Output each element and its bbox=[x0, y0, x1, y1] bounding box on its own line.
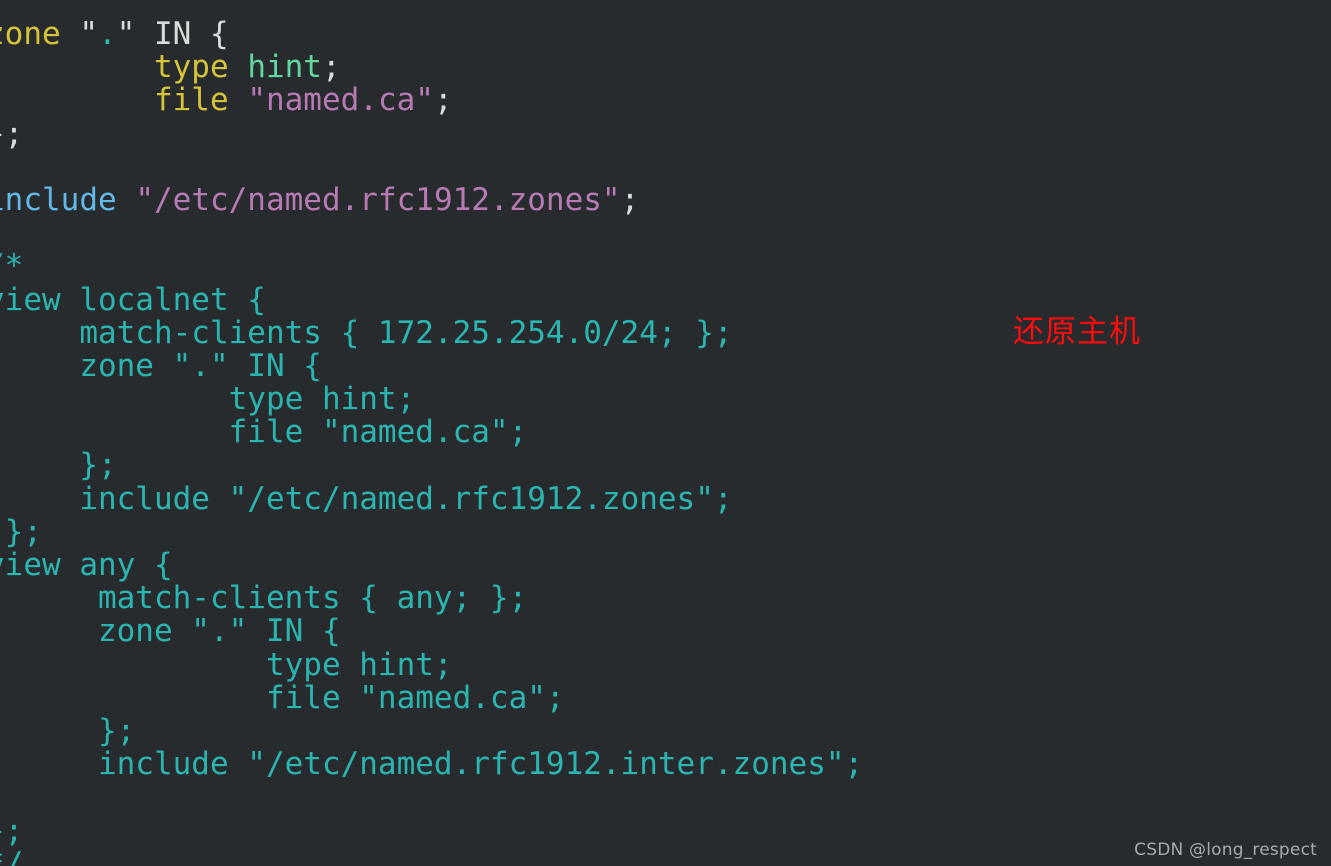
code-line[interactable]: zone "." IN { bbox=[0, 349, 1331, 383]
code-line[interactable]: file "named.ca"; bbox=[0, 84, 1331, 117]
code-line[interactable]: }; bbox=[0, 814, 1331, 848]
code-line[interactable]: }; bbox=[0, 515, 1331, 549]
screenshot-root: zone "." IN { type hint; file "named.ca"… bbox=[0, 0, 1331, 866]
code-line[interactable]: view any { bbox=[0, 548, 1331, 582]
code-line[interactable]: include "/etc/named.rfc1912.zones"; bbox=[0, 482, 1331, 516]
code-line[interactable]: match-clients { any; }; bbox=[0, 582, 1331, 615]
code-line[interactable]: */ bbox=[0, 847, 1331, 866]
code-line[interactable]: }; bbox=[0, 117, 1331, 151]
code-line[interactable]: type hint; bbox=[0, 382, 1331, 416]
code-line[interactable]: file "named.ca"; bbox=[0, 416, 1331, 449]
red-annotation-label: 还原主机 bbox=[1013, 314, 1141, 350]
code-line[interactable]: include "/etc/named.rfc1912.zones"; bbox=[0, 183, 1331, 217]
code-line[interactable]: zone "." IN { bbox=[0, 17, 1331, 51]
code-line[interactable]: type hint; bbox=[0, 648, 1331, 682]
csdn-watermark: CSDN @long_respect bbox=[1134, 840, 1317, 860]
code-line[interactable]: file "named.ca"; bbox=[0, 681, 1331, 715]
code-line[interactable]: type hint; bbox=[0, 51, 1331, 84]
code-line[interactable]: /* bbox=[0, 250, 1331, 283]
code-line[interactable]: include "/etc/named.rfc1912.inter.zones"… bbox=[0, 748, 1331, 781]
code-editor-content[interactable]: zone "." IN { type hint; file "named.ca"… bbox=[0, 0, 1331, 866]
code-line[interactable]: }; bbox=[0, 449, 1331, 482]
code-line[interactable]: zone "." IN { bbox=[0, 615, 1331, 648]
code-line[interactable]: }; bbox=[0, 714, 1331, 748]
code-line[interactable]: view localnet { bbox=[0, 283, 1331, 317]
